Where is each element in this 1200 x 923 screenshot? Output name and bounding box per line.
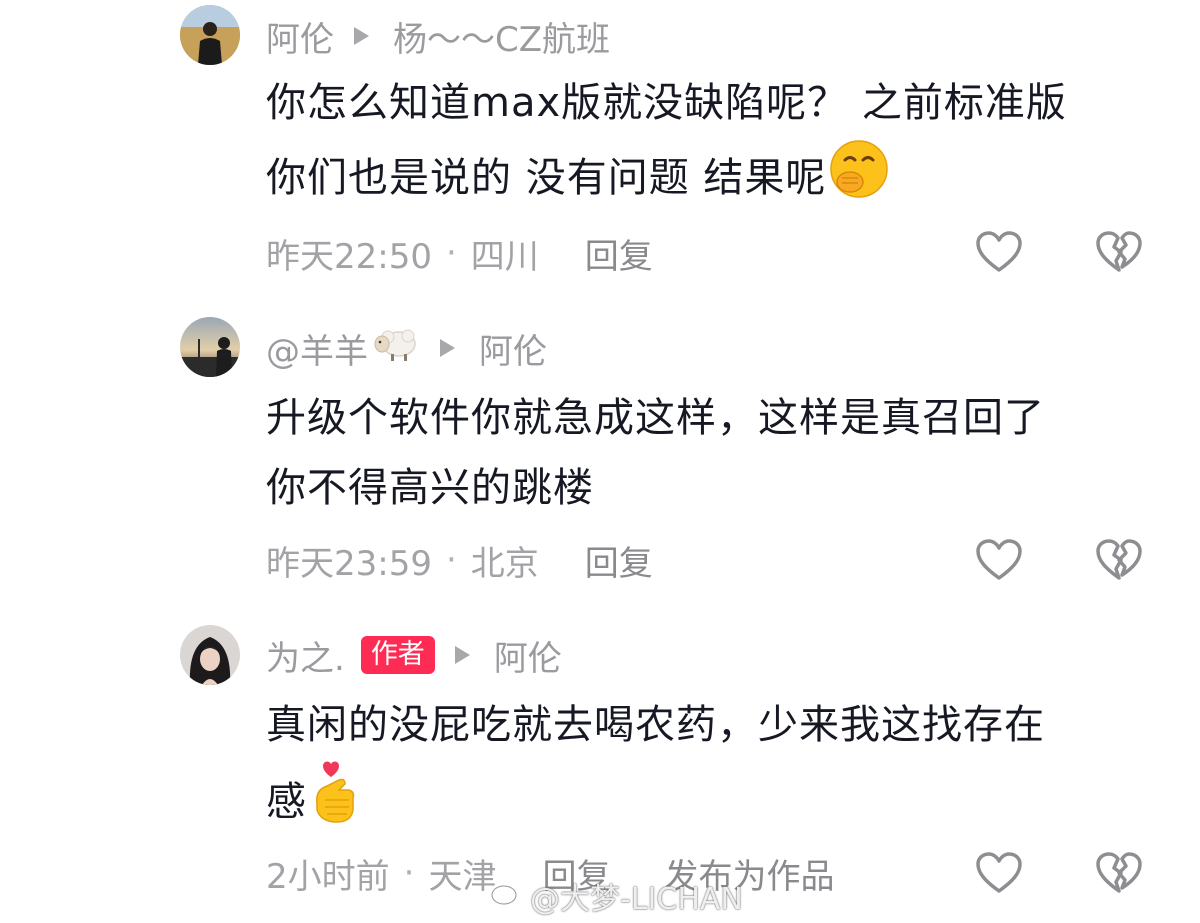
heart-outline-icon[interactable] [975,538,1023,582]
comment-location: 北京 [470,543,539,584]
comment-text: 你怎么知道max版就没缺陷呢？ 之前标准版 你们也是说的 没有问题 结果呢 [266,68,1156,222]
reply-button[interactable]: 回复 [585,536,653,585]
watermark-text: @大梦-LICHAN [530,882,743,917]
separator-dot: · [445,233,457,273]
comment-line: 你们也是说的 没有问题 结果呢 [266,138,1156,222]
separator-dot: · [445,540,457,580]
comment-time: 2小时前 [266,856,390,897]
comment-header: @羊羊 阿伦 [266,324,547,373]
comment-line: 真闲的没屁吃就去喝农药，少来我这找存在 [266,702,1045,748]
comment-time: 昨天23:59 [266,543,432,584]
broken-heart-icon[interactable] [1095,230,1143,274]
separator-dot: · [403,853,415,893]
weibo-logo-icon [490,878,524,914]
watermark: @大梦-LICHAN [490,876,743,917]
comment-line: 你不得高兴的跳楼 [266,465,594,511]
avatar[interactable] [180,625,240,685]
comment-meta: 昨天22:50 · 四川 回复 [266,228,653,278]
comment-location: 天津 [428,856,497,897]
reply-to-username[interactable]: 阿伦 [479,324,547,373]
heart-outline-icon[interactable] [975,851,1023,895]
comment-line: 你怎么知道max版就没缺陷呢？ 之前标准版 [266,80,1067,126]
avatar[interactable] [180,5,240,65]
comment-text: 真闲的没屁吃就去喝农药，少来我这找存在 感 [266,690,1156,848]
username[interactable]: @羊羊 [266,324,368,373]
broken-heart-icon[interactable] [1095,538,1143,582]
comment-line: 升级个软件你就急成这样，这样是真召回了 [266,395,1045,441]
reply-to-username[interactable]: 阿伦 [494,631,562,680]
comment-location: 四川 [470,236,539,277]
reply-arrow-icon [440,339,455,357]
comment-item: 阿伦 杨～～CZ航班 你怎么知道max版就没缺陷呢？ 之前标准版 你们也是说的 … [0,0,1200,300]
comment-text: 升级个软件你就急成这样，这样是真召回了 你不得高兴的跳楼 [266,383,1156,523]
reply-arrow-icon [454,646,470,664]
username[interactable]: 为之. [266,631,345,680]
sheep-emoji [374,326,420,371]
broken-heart-icon[interactable] [1095,851,1143,895]
comment-time: 昨天22:50 [266,236,432,277]
username[interactable]: 阿伦 [266,12,334,61]
reply-to-username[interactable]: 杨～～CZ航班 [393,12,610,61]
heart-outline-icon[interactable] [975,230,1023,274]
comment-line: 感 [266,760,1156,848]
author-badge: 作者 [360,636,435,674]
comment-header: 为之. 作者 阿伦 [266,631,562,680]
avatar[interactable] [180,317,240,377]
reply-arrow-icon [354,27,369,45]
comment-meta: 昨天23:59 · 北京 回复 [266,535,653,585]
comment-item: @羊羊 阿伦 升级个软件你就急成这样，这样是真召回了 你不得高兴的跳楼 昨天23… [0,310,1200,610]
reply-button[interactable]: 回复 [585,229,653,278]
finger-heart-emoji [309,760,363,848]
hand-over-mouth-emoji [828,138,890,222]
comment-header: 阿伦 杨～～CZ航班 [266,12,610,61]
